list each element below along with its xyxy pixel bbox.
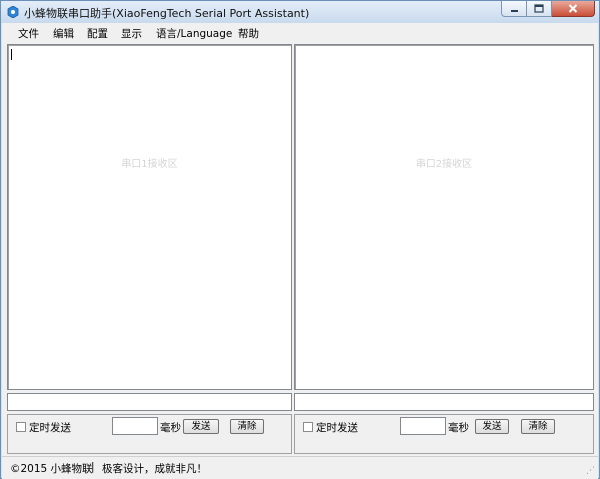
timed-send-checkbox-left[interactable] — [16, 422, 26, 432]
timed-send-checkbox-right[interactable] — [303, 422, 313, 432]
menu-edit[interactable]: 编辑 — [53, 26, 74, 41]
timed-send-label-right: 定时发送 — [316, 422, 358, 434]
send-input-right[interactable] — [294, 393, 594, 411]
status-copyright: ©2015 小蜂物联 — [10, 463, 93, 475]
status-slogan: 极客设计，成就非凡！ — [102, 463, 207, 475]
timed-send-label-left: 定时发送 — [29, 422, 71, 434]
interval-unit-right: 毫秒 — [448, 422, 469, 434]
app-icon — [7, 6, 19, 18]
maximize-icon — [534, 4, 544, 13]
interval-unit-left: 毫秒 — [160, 422, 181, 434]
menu-bar: 文件 编辑 配置 显示 语言/Language 帮助 — [2, 23, 598, 43]
receive-hint-left: 串口1接收区 — [121, 159, 178, 170]
close-button[interactable] — [552, 1, 595, 17]
send-panel-right: 定时发送 毫秒 发送 清除 — [294, 414, 594, 454]
menu-view[interactable]: 显示 — [121, 26, 142, 41]
send-button-left[interactable]: 发送 — [183, 419, 219, 434]
clear-button-right[interactable]: 清除 — [521, 419, 555, 434]
app-window: 小蜂物联串口助手(XiaoFengTech Serial Port Assist… — [0, 0, 600, 479]
status-separator: | — [91, 461, 95, 473]
menu-language[interactable]: 语言/Language — [156, 26, 232, 41]
receive-hint-right: 串口2接收区 — [415, 159, 473, 170]
maximize-button[interactable] — [527, 1, 552, 17]
minimize-button[interactable] — [501, 1, 527, 17]
receive-area-left[interactable]: 串口1接收区 — [7, 44, 292, 390]
receive-area-right[interactable]: 串口2接收区 — [294, 44, 594, 390]
title-bar[interactable]: 小蜂物联串口助手(XiaoFengTech Serial Port Assist… — [1, 1, 599, 23]
text-caret — [11, 49, 12, 60]
close-icon — [568, 4, 578, 13]
interval-input-right[interactable] — [400, 417, 446, 435]
clear-button-left[interactable]: 清除 — [230, 419, 264, 434]
menu-help[interactable]: 帮助 — [238, 26, 259, 41]
status-bar: ©2015 小蜂物联 | 极客设计，成就非凡！ ⋰ — [2, 456, 598, 479]
send-panel-left: 定时发送 毫秒 发送 清除 — [7, 414, 292, 454]
resize-grip-icon[interactable]: ⋰ — [586, 466, 595, 476]
window-title: 小蜂物联串口助手(XiaoFengTech Serial Port Assist… — [24, 7, 310, 20]
interval-input-left[interactable] — [112, 417, 158, 435]
client-area: 串口1接收区 串口2接收区 定时发送 毫秒 发送 清除 定时发送 毫秒 发送 清… — [2, 43, 598, 456]
minimize-icon — [510, 9, 518, 12]
menu-config[interactable]: 配置 — [87, 26, 108, 41]
send-input-left[interactable] — [7, 393, 292, 411]
menu-file[interactable]: 文件 — [18, 26, 39, 41]
send-button-right[interactable]: 发送 — [475, 419, 509, 434]
